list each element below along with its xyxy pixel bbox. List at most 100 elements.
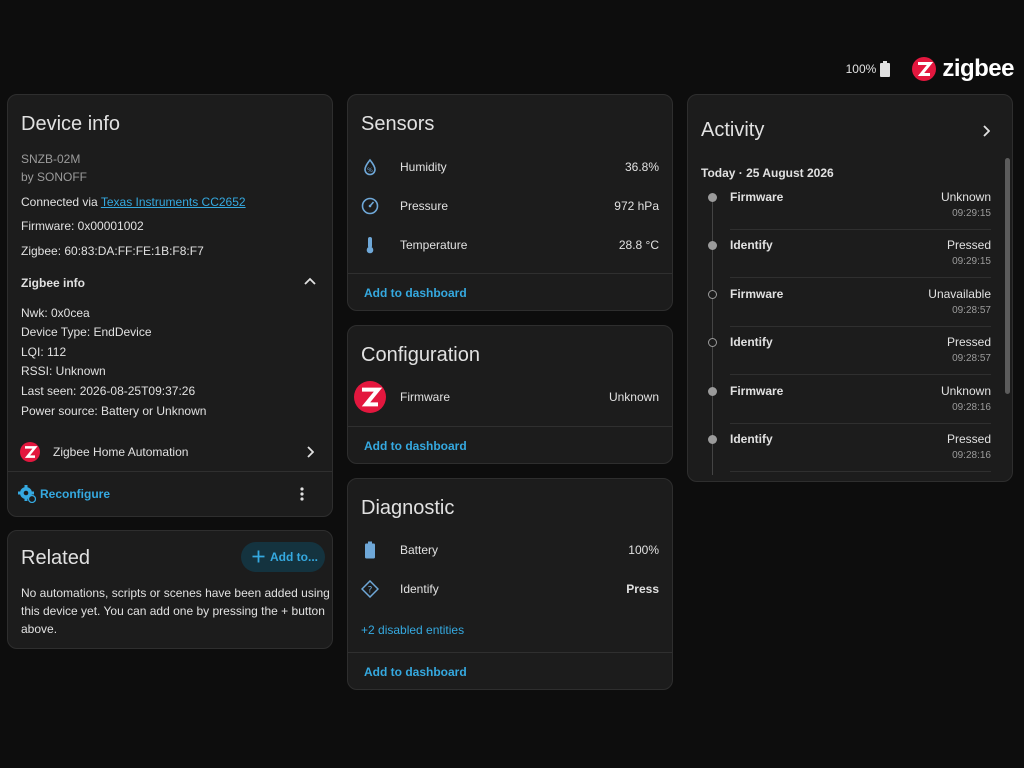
- config-value: Unknown: [608, 390, 659, 404]
- activity-divider: [730, 326, 991, 327]
- coordinator-link[interactable]: Texas Instruments CC2652: [101, 195, 246, 209]
- activity-divider: [730, 277, 991, 278]
- battery-icon: [365, 541, 375, 559]
- divider: [8, 471, 332, 472]
- identify-press-button[interactable]: Press: [626, 582, 659, 596]
- timeline-dot: [708, 435, 717, 444]
- activity-name: Firmware: [730, 190, 784, 204]
- configuration-card: Configuration Firmware Unknown Add to da…: [347, 325, 673, 464]
- diagnostic-value: 100%: [628, 543, 659, 557]
- reconfigure-label: Reconfigure: [40, 487, 111, 501]
- activity-time: 09:28:16: [952, 450, 991, 461]
- config-label: Firmware: [400, 390, 450, 404]
- reconfigure-button[interactable]: Reconfigure: [18, 483, 128, 505]
- activity-divider: [730, 423, 991, 424]
- zigbee-info-label: Zigbee info: [21, 276, 85, 290]
- zigbee-integration-icon: [20, 442, 40, 462]
- chevron-right-icon: [307, 446, 314, 458]
- sensor-value: 28.8 °C: [618, 238, 659, 252]
- timeline-dot: [708, 290, 717, 299]
- card-title: Device info: [21, 113, 120, 135]
- diagnostic-row-battery[interactable]: Battery 100%: [348, 536, 672, 566]
- device-type: Device Type: EndDevice: [21, 325, 152, 339]
- timeline-dot: [708, 193, 717, 202]
- related-card: Related Add to... No automations, script…: [7, 530, 333, 649]
- zigbee-logo: zigbee: [912, 55, 1014, 83]
- card-title: Diagnostic: [361, 497, 455, 519]
- device-model: SNZB-02M: [21, 152, 81, 166]
- zigbee-ieee: Zigbee: 60:83:DA:FF:FE:1B:F8:F7: [21, 244, 204, 258]
- divider: [348, 652, 672, 653]
- integration-row[interactable]: Zigbee Home Automation: [8, 435, 332, 469]
- card-title: Sensors: [361, 113, 435, 135]
- activity-time: 09:28:16: [952, 402, 991, 413]
- add-to-dashboard-button[interactable]: Add to dashboard: [364, 286, 467, 300]
- nwk-address: Nwk: 0x0cea: [21, 306, 90, 320]
- activity-state: Unknown: [940, 190, 991, 204]
- add-to-dashboard-button[interactable]: Add to dashboard: [364, 439, 467, 453]
- gauge-icon: [361, 197, 379, 215]
- sensor-row-pressure[interactable]: Pressure 972 hPa: [348, 192, 672, 222]
- timeline-dot: [708, 387, 717, 396]
- water-drop-icon: %: [364, 158, 376, 176]
- activity-scrollbar[interactable]: [1005, 158, 1010, 394]
- device-manufacturer: by SONOFF: [21, 170, 88, 184]
- disabled-entities-link[interactable]: +2 disabled entities: [361, 623, 464, 637]
- add-to-button[interactable]: Add to...: [241, 542, 325, 572]
- timeline-dot: [708, 241, 717, 250]
- connected-via-label: Connected via: [21, 195, 101, 209]
- integration-name: Zigbee Home Automation: [53, 445, 189, 459]
- activity-state: Pressed: [946, 238, 991, 252]
- card-title: Related: [21, 547, 90, 569]
- svg-text:?: ?: [368, 586, 373, 596]
- activity-name: Identify: [730, 335, 773, 349]
- activity-divider: [730, 471, 991, 472]
- sensor-label: Pressure: [400, 199, 449, 213]
- related-message-line-1: No automations, scripts or scenes have b…: [21, 586, 330, 600]
- cog-refresh-icon: [18, 485, 36, 503]
- card-title: Activity: [701, 119, 765, 141]
- diagnostic-label: Battery: [400, 543, 439, 557]
- sensor-label: Humidity: [400, 160, 447, 174]
- last-seen: Last seen: 2026-08-25T09:37:26: [21, 384, 196, 398]
- brand-name: zigbee: [942, 55, 1014, 82]
- sensor-value: 36.8%: [624, 160, 659, 174]
- timeline-dot: [708, 338, 717, 347]
- activity-state: Pressed: [946, 432, 991, 446]
- activity-state: Pressed: [946, 335, 991, 349]
- divider: [348, 273, 672, 274]
- card-title: Configuration: [361, 344, 480, 366]
- more-vert-icon[interactable]: [300, 487, 304, 501]
- config-row-firmware[interactable]: Firmware Unknown: [348, 380, 672, 414]
- sensor-label: Temperature: [400, 238, 468, 252]
- activity-divider: [730, 229, 991, 230]
- sensor-value: 972 hPa: [614, 199, 659, 213]
- connected-via: Connected via Texas Instruments CC2652: [21, 195, 246, 209]
- thermometer-icon: [366, 237, 374, 254]
- device-info-card: Device info SNZB-02M by SONOFF Connected…: [7, 94, 333, 517]
- identify-icon: ?: [361, 580, 379, 598]
- diagnostic-row-identify: ? Identify Press: [348, 575, 672, 605]
- related-message-line-3: above.: [21, 622, 58, 636]
- activity-state: Unknown: [940, 384, 991, 398]
- sensor-row-temperature[interactable]: Temperature 28.8 °C: [348, 231, 672, 261]
- activity-time: 09:28:57: [952, 305, 991, 316]
- top-bar: 100% zigbee: [846, 54, 1015, 84]
- diagnostic-card: Diagnostic Battery 100% ? Identify Press…: [347, 478, 673, 690]
- activity-state: Unavailable: [928, 287, 991, 301]
- diagnostic-label: Identify: [400, 582, 439, 596]
- sensor-row-humidity[interactable]: % Humidity 36.8%: [348, 153, 672, 183]
- zigbee-info-toggle[interactable]: Zigbee info: [8, 265, 332, 297]
- activity-time: 09:29:15: [952, 208, 991, 219]
- add-to-dashboard-button[interactable]: Add to dashboard: [364, 665, 467, 679]
- activity-card: Activity Today · 25 August 2026 Firmware…: [687, 94, 1013, 482]
- add-to-label: Add to...: [270, 550, 318, 564]
- battery-full-icon: [880, 61, 891, 77]
- activity-date: Today · 25 August 2026: [701, 166, 834, 180]
- zigbee-firmware-icon: [354, 381, 386, 413]
- power-source: Power source: Battery or Unknown: [21, 404, 207, 418]
- chevron-right-icon[interactable]: [982, 125, 990, 137]
- zigbee-logo-icon: [912, 57, 937, 81]
- sensors-card: Sensors % Humidity 36.8% Pressure 972 hP…: [347, 94, 673, 311]
- activity-time: 09:29:15: [952, 256, 991, 267]
